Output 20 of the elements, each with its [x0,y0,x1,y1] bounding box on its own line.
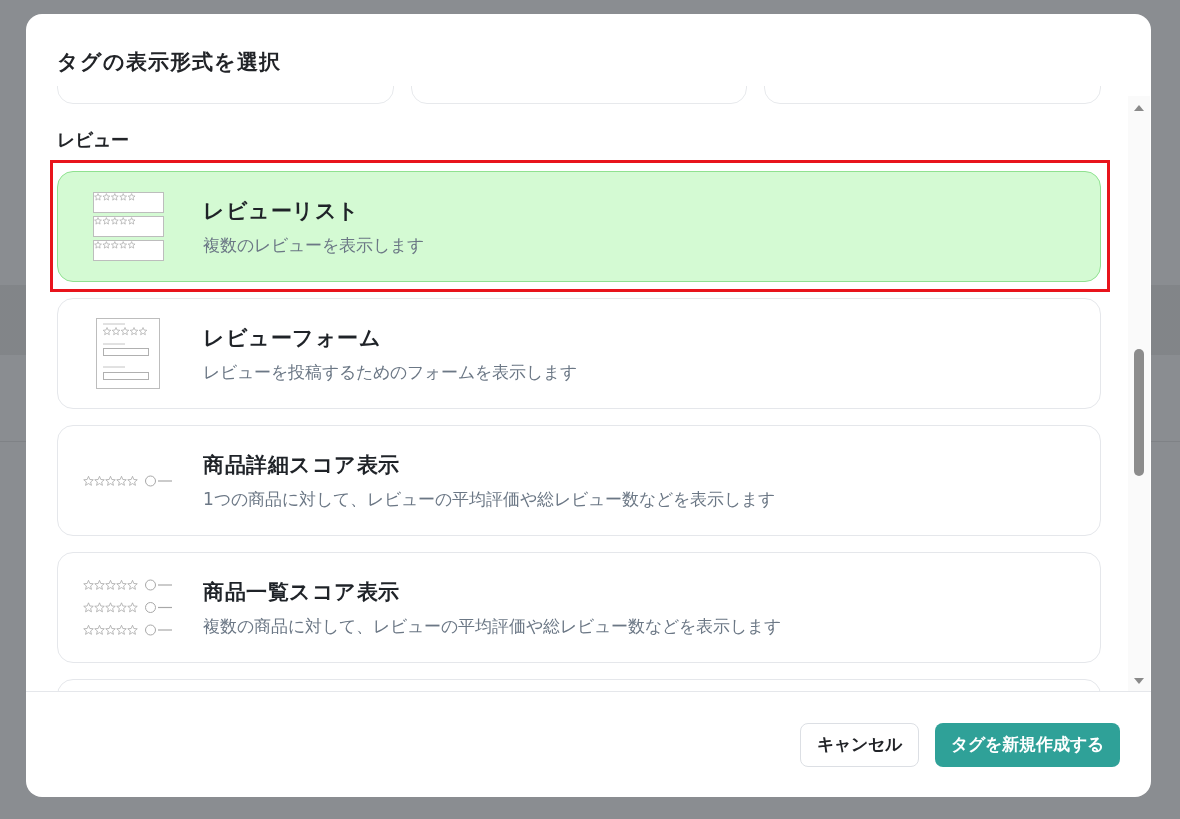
option-description: レビューを投稿するためのフォームを表示します [203,360,577,384]
cancel-button[interactable]: キャンセル [800,722,919,767]
scroll-up-icon[interactable] [1134,105,1144,111]
scrollbar-thumb[interactable] [1134,349,1144,476]
option-description: 複数の商品に対して、レビューの平均評価や総レビュー数などを表示します [203,614,781,638]
option-description: 1つの商品に対して、レビューの平均評価や総レビュー数などを表示します [203,487,775,511]
option-card[interactable]: 商品詳細スコア表示 1つの商品に対して、レビューの平均評価や総レビュー数などを表示します [57,425,1101,536]
option-title: 商品一覧スコア表示 [203,578,400,606]
option-title: レビューリスト [203,197,360,225]
option-card[interactable]: 商品一覧スコア表示 複数の商品に対して、レビューの平均評価や総レビュー数などを表示します [57,552,1101,663]
option-card[interactable]: レビューフォーム レビューを投稿するためのフォームを表示します [57,298,1101,409]
option-title: レビューフォーム [203,324,381,352]
option-title: 商品詳細スコア表示 [203,451,400,479]
review-list-illustration [92,191,164,262]
review-form-illustration [96,318,160,389]
option-description: 複数のレビューを表示します [203,233,424,257]
section-heading: レビュー [57,128,129,152]
option-card[interactable]: レビューリスト 複数のレビューを表示します [57,171,1101,282]
scroll-down-icon[interactable] [1134,678,1144,684]
dialog-title: タグの表示形式を選択 [57,49,281,75]
